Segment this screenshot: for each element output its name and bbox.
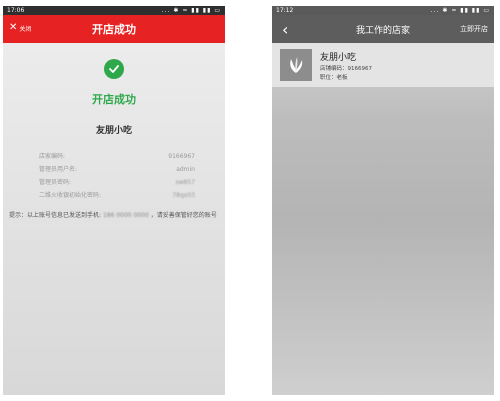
info-row: 管理员密码: sw857	[39, 176, 195, 189]
title-bar: ✕ 关闭 开店成功	[3, 15, 225, 43]
status-icons: ... ✱ ≈ ▮▮ ▮▮ ▭	[430, 7, 490, 14]
info-row: 管理员用户名: admin	[39, 163, 195, 176]
info-label: 管理员密码:	[39, 179, 72, 186]
store-card[interactable]: 友朋小吃 店铺编码：9166967 职位：老板	[272, 43, 494, 87]
status-time: 17:12	[276, 7, 294, 14]
tip-suffix: ，请妥善保管好您的账号	[150, 212, 217, 219]
close-button[interactable]: ✕ 关闭	[9, 23, 31, 33]
store-code-line: 店铺编码：9166967	[320, 65, 372, 72]
info-value: sw857	[175, 179, 196, 186]
store-role-line: 职位：老板	[320, 74, 348, 81]
close-label: 关闭	[19, 25, 32, 33]
success-check-icon	[104, 59, 124, 79]
right-screen: 17:12 ... ✱ ≈ ▮▮ ▮▮ ▭ ‹ 我工作的店家 立即开店 友朋小吃…	[272, 6, 494, 395]
title-bar: ‹ 我工作的店家 立即开店	[272, 15, 494, 43]
page-title: 我工作的店家	[355, 25, 410, 36]
store-name: 友朋小吃	[95, 126, 132, 136]
info-label: 店家编码:	[39, 153, 66, 160]
tip-phone: 186 0000 0000	[102, 212, 149, 219]
status-icons: ... ✱ ≈ ▮▮ ▮▮ ▭	[161, 7, 221, 14]
left-screen: 17:06 ... ✱ ≈ ▮▮ ▮▮ ▭ ✕ 关闭 开店成功 开店成功 友朋小…	[3, 6, 225, 395]
success-title: 开店成功	[92, 93, 136, 106]
page-title: 开店成功	[92, 23, 136, 36]
info-label: 管理员用户名:	[39, 166, 78, 173]
store-card-name: 友朋小吃	[320, 52, 357, 63]
info-value: admin	[176, 166, 195, 173]
info-row: 店家编码: 9166967	[39, 150, 195, 163]
account-info-table: 店家编码: 9166967 管理员用户名: admin 管理员密码: sw857…	[39, 150, 195, 202]
status-bar: 17:12 ... ✱ ≈ ▮▮ ▮▮ ▭	[272, 6, 494, 15]
info-value: 78qx03	[172, 192, 195, 199]
status-time: 17:06	[7, 7, 25, 14]
open-store-button[interactable]: 立即开店	[460, 24, 488, 34]
store-logo-icon	[280, 49, 312, 81]
tip-text: 提示：以上账号信息已发送到手机: 186 0000 0000 ，请妥善保管好您的…	[9, 212, 217, 220]
close-icon: ✕	[9, 22, 18, 33]
back-arrow-icon[interactable]: ‹	[282, 20, 288, 39]
status-bar: 17:06 ... ✱ ≈ ▮▮ ▮▮ ▭	[3, 6, 225, 15]
info-label: 二维火收银初始化密码:	[39, 192, 102, 199]
info-value: 9166967	[168, 153, 195, 160]
info-row: 二维火收银初始化密码: 78qx03	[39, 189, 195, 202]
store-info: 友朋小吃 店铺编码：9166967 职位：老板	[320, 50, 372, 81]
tip-prefix: 提示：以上账号信息已发送到手机:	[9, 212, 102, 219]
